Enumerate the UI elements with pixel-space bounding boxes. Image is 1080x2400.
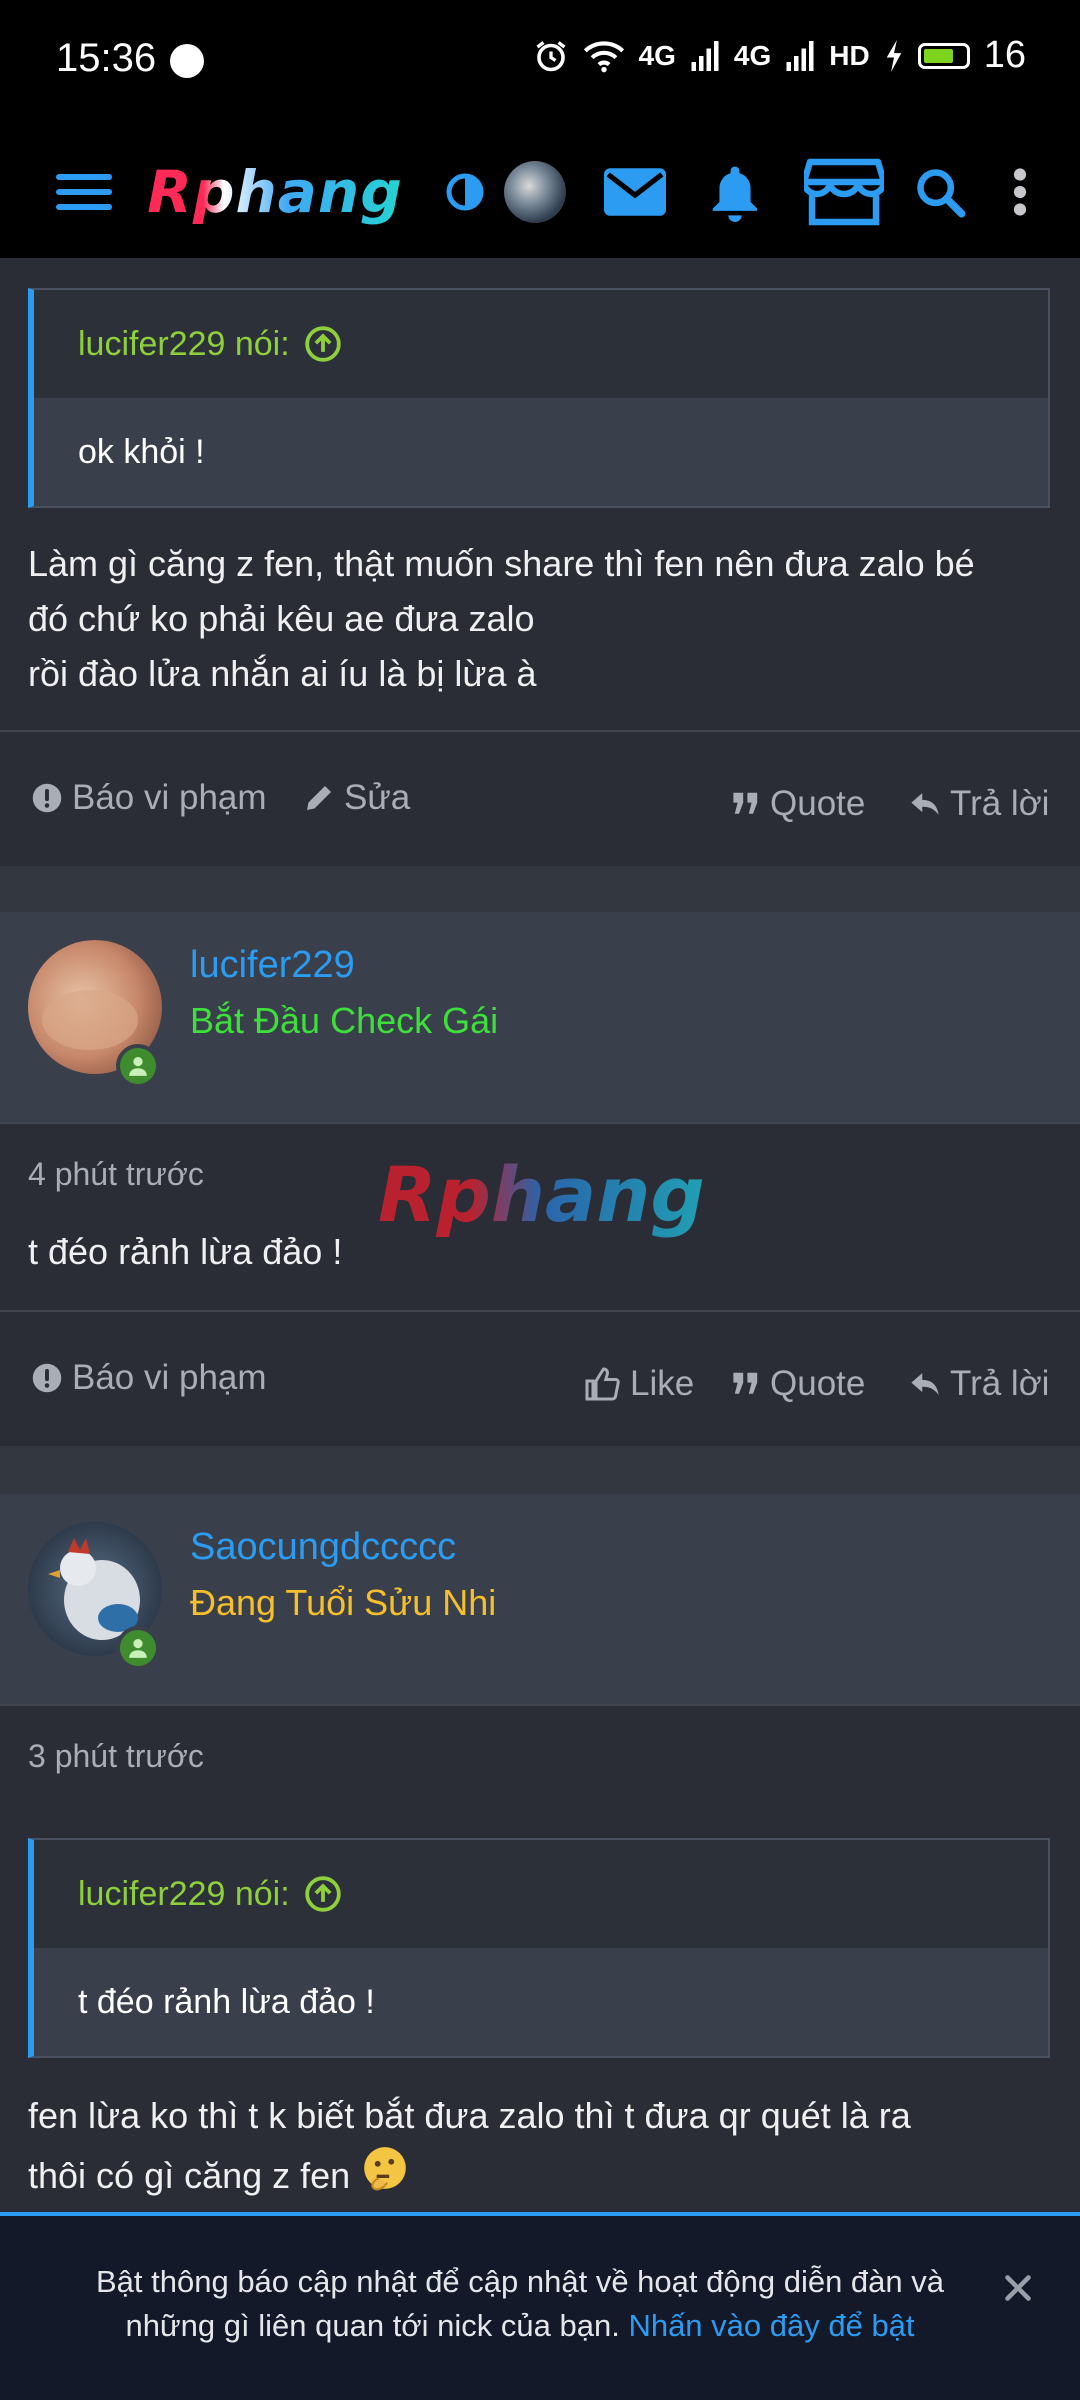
reply-label: Trả lời [950, 784, 1050, 823]
close-icon[interactable] [996, 2266, 1040, 2310]
thumbs-up-icon [585, 1367, 620, 1401]
edit-label: Sửa [344, 778, 411, 817]
notification-dot-icon [170, 44, 204, 78]
jump-to-quote-icon[interactable] [304, 1875, 342, 1913]
user-title: Bắt Đầu Check Gái [190, 1000, 499, 1041]
edit-button[interactable]: Sửa [304, 732, 410, 864]
search-icon[interactable] [910, 126, 970, 258]
push-notification-banner: Bật thông báo cập nhật để cập nhật về ho… [0, 2212, 1080, 2400]
wifi-icon [583, 39, 625, 73]
report-button[interactable]: Báo vi phạm [32, 732, 267, 864]
network-label-2: 4G [733, 39, 772, 71]
quote-author: lucifer229 nói: [78, 324, 290, 363]
quote-block: lucifer229 nói: t đéo rảnh lừa đảo ! [28, 1838, 1050, 2058]
report-label: Báo vi phạm [72, 1358, 267, 1397]
report-icon [32, 783, 62, 813]
user-avatar-button[interactable] [502, 126, 568, 258]
post-body-line: fen lừa ko thì t k biết bắt đưa zalo thì… [28, 2095, 911, 2136]
network-label-1: 4G [638, 39, 676, 71]
online-status-icon [116, 1044, 160, 1088]
avatar [504, 161, 566, 223]
quote-label: Quote [770, 1364, 866, 1403]
post-body-line: Làm gì căng z fen, thật muốn share thì f… [28, 543, 975, 584]
online-status-icon [116, 1626, 160, 1670]
post-actions: Báo vi phạm Like Quote Trả lời [0, 1312, 1080, 1444]
menu-icon[interactable] [52, 126, 116, 258]
quote-header[interactable]: lucifer229 nói: [34, 1840, 1048, 1948]
notice-message: Bật thông báo cập nhật để cập nhật về ho… [80, 2260, 960, 2348]
username[interactable]: lucifer229 [190, 944, 355, 987]
status-icons: 4G 4G HD 16 [533, 34, 1026, 77]
post-body: fen lừa ko thì t k biết bắt đưa zalo thì… [28, 2088, 1058, 2208]
signal-icon [785, 39, 815, 73]
quote-button[interactable]: Quote [732, 1318, 865, 1450]
like-label: Like [630, 1364, 695, 1403]
post-time[interactable]: 4 phút trước [28, 1156, 204, 1193]
post-actions: Báo vi phạm Sửa Quote Trả lời [0, 732, 1080, 864]
logo-text: Rphang [147, 158, 403, 226]
thinking-emoji-icon [360, 2143, 410, 2208]
quote-text: t đéo rảnh lừa đảo ! [78, 1982, 375, 2021]
hd-label: HD [829, 39, 870, 71]
post-1: lucifer229 nói: ok khỏi ! Làm gì căng z … [0, 258, 1080, 866]
pencil-icon [307, 786, 331, 810]
quote-icon [733, 792, 758, 814]
watermark-logo: Rphang [378, 1150, 705, 1239]
username[interactable]: Saocungdccccc [190, 1526, 456, 1569]
quote-label: Quote [770, 784, 866, 823]
post-3: 3 phút trước lucifer229 nói: t đéo rảnh … [0, 1706, 1080, 2226]
signal-icon [690, 39, 720, 73]
post-body-line: rồi đào lửa nhắn ai íu là bị lừa à [28, 653, 537, 694]
alarm-icon [533, 38, 569, 74]
battery-icon [917, 42, 970, 69]
app-header: Rphang [0, 126, 1080, 258]
reply-label: Trả lời [950, 1364, 1050, 1403]
post-body-line: thôi có gì căng z fen [28, 2155, 351, 2196]
quote-icon [733, 1372, 758, 1394]
quote-button[interactable]: Quote [732, 738, 865, 870]
post-body-line-2: thôi có gì căng z fen [28, 2143, 1058, 2208]
post-body: Làm gì căng z fen, thật muốn share thì f… [28, 536, 1058, 701]
status-bar: 15:36 4G 4G HD 16 [0, 0, 1080, 126]
user-title: Đang Tuổi Sửu Nhi [190, 1582, 497, 1623]
report-label: Báo vi phạm [72, 778, 267, 817]
charging-icon [884, 39, 904, 72]
post-body-line: đó chứ ko phải kêu ae đưa zalo [28, 598, 535, 639]
quote-author: lucifer229 nói: [78, 1874, 290, 1913]
quote-text: ok khỏi ! [78, 432, 205, 471]
quote-block: lucifer229 nói: ok khỏi ! [28, 288, 1050, 508]
quote-header[interactable]: lucifer229 nói: [34, 290, 1048, 398]
jump-to-quote-icon[interactable] [304, 325, 342, 363]
post-time[interactable]: 3 phút trước [28, 1738, 204, 1775]
messages-icon[interactable] [600, 126, 670, 258]
status-time: 15:36 [56, 36, 157, 80]
reply-button[interactable]: Trả lời [910, 738, 1049, 870]
reply-icon [911, 1373, 939, 1395]
more-options-icon[interactable] [1000, 126, 1040, 258]
report-icon [32, 1363, 62, 1393]
site-logo[interactable]: Rphang [147, 126, 403, 258]
report-button[interactable]: Báo vi phạm [32, 1312, 267, 1444]
post-2-user-card: lucifer229 Bắt Đầu Check Gái [0, 912, 1080, 1122]
reply-icon [911, 793, 939, 815]
theme-toggle-icon[interactable] [440, 126, 490, 258]
marketplace-store-icon[interactable] [802, 126, 886, 258]
enable-notifications-link[interactable]: Nhấn vào đây để bật [628, 2308, 914, 2343]
reply-button[interactable]: Trả lời [910, 1318, 1049, 1450]
alerts-bell-icon[interactable] [702, 126, 768, 258]
post-3-user-card: Saocungdccccc Đang Tuổi Sửu Nhi [0, 1494, 1080, 1704]
like-button[interactable]: Like [584, 1318, 694, 1450]
battery-level: 16 [983, 34, 1026, 76]
